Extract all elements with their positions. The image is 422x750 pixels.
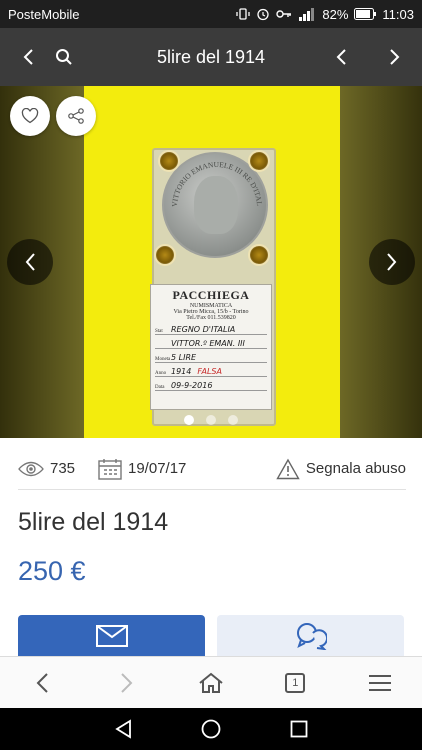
label-brand: PACCHIEGA — [172, 288, 250, 302]
holder-screw — [154, 244, 176, 266]
calendar-icon — [98, 458, 122, 480]
share-button[interactable] — [56, 96, 96, 136]
chat-seller-button[interactable] — [217, 615, 404, 657]
photo-gallery[interactable]: VITTORIO EMANUELE III RE D'ITALIA PACCHI… — [0, 86, 422, 438]
pagination-dot[interactable] — [184, 415, 194, 425]
chevron-left-icon — [36, 672, 48, 693]
email-seller-button[interactable] — [18, 615, 205, 657]
report-abuse-label: Segnala abuso — [305, 460, 406, 477]
recents-square-icon[interactable] — [290, 720, 308, 738]
label-row: VITTOR.º EMAN. III — [155, 337, 267, 349]
chevron-right-icon — [120, 672, 132, 693]
listing-meta: 735 19/07/17 Segnala abuso — [18, 448, 406, 490]
listing-title: 5lire del 1914 — [18, 508, 169, 536]
gallery-next-button[interactable] — [369, 239, 415, 285]
battery-percent: 82% — [322, 6, 349, 22]
publish-date: 19/07/17 — [98, 458, 258, 480]
views-count: 735 — [18, 460, 98, 477]
battery-icon — [354, 8, 377, 20]
next-listing-button[interactable] — [368, 28, 422, 86]
report-abuse-link[interactable]: Segnala abuso — [276, 458, 406, 480]
browser-home-button[interactable] — [181, 657, 241, 709]
menu-icon — [368, 674, 391, 691]
label-row: Data 09-9-2016 — [155, 379, 267, 391]
search-icon — [56, 49, 72, 65]
chevron-right-icon — [390, 49, 400, 65]
label-row: Moneta 5 LIRE — [155, 351, 267, 363]
alarm-icon — [257, 8, 270, 21]
back-button[interactable] — [10, 28, 46, 86]
eye-icon — [18, 461, 44, 476]
mail-icon — [95, 625, 128, 647]
chevron-left-icon — [25, 253, 35, 271]
key-icon — [276, 10, 292, 18]
clock: 11:03 — [382, 6, 414, 22]
tabs-icon: 1 — [285, 672, 306, 693]
pagination-dot[interactable] — [228, 415, 238, 425]
tab-count: 1 — [292, 676, 299, 689]
label-row: Anno 1914 FALSA — [155, 365, 267, 377]
browser-forward-button[interactable] — [97, 657, 157, 709]
gallery-pagination — [0, 415, 422, 425]
status-bar: PosteMobile 82% 11:03 — [0, 0, 422, 28]
holder-screw — [158, 150, 180, 172]
home-circle-icon[interactable] — [201, 719, 221, 739]
holder-screw — [248, 150, 270, 172]
home-icon — [199, 672, 223, 693]
holder-screw — [248, 244, 270, 266]
gallery-prev-button[interactable] — [7, 239, 53, 285]
coin-certificate-label: PACCHIEGA NUMISMATICA Via Pietro Micca, … — [150, 284, 272, 410]
chevron-right-icon — [387, 253, 397, 271]
app-bar: 5lire del 1914 — [0, 28, 422, 86]
date-value: 19/07/17 — [128, 460, 187, 477]
browser-tabs-button[interactable]: 1 — [265, 657, 325, 709]
heart-icon — [21, 108, 39, 124]
listing-price: 250 € — [18, 556, 86, 586]
views-value: 735 — [50, 460, 76, 477]
signal-icon — [299, 8, 315, 21]
pagination-dot[interactable] — [206, 415, 216, 425]
listing-nav — [314, 28, 422, 86]
previous-listing-button[interactable] — [314, 28, 368, 86]
warning-icon — [276, 458, 300, 479]
browser-toolbar: 1 — [0, 656, 422, 708]
label-phone: Tel./Fax 011.539820 — [186, 315, 236, 321]
label-row: Stat REGNO D'ITALIA — [155, 323, 267, 335]
system-navigation-bar — [0, 708, 422, 750]
carrier-name: PosteMobile — [8, 6, 80, 22]
chevron-left-icon — [23, 49, 33, 65]
chat-icon — [296, 623, 327, 650]
share-icon — [68, 108, 84, 124]
vibrate-icon — [236, 8, 251, 20]
browser-back-button[interactable] — [12, 657, 72, 709]
favorite-button[interactable] — [10, 96, 50, 136]
status-icons: 82% 11:03 — [236, 7, 414, 22]
back-triangle-icon[interactable] — [114, 719, 132, 739]
browser-menu-button[interactable] — [350, 657, 410, 709]
chevron-left-icon — [336, 49, 346, 65]
search-button[interactable] — [46, 28, 82, 86]
